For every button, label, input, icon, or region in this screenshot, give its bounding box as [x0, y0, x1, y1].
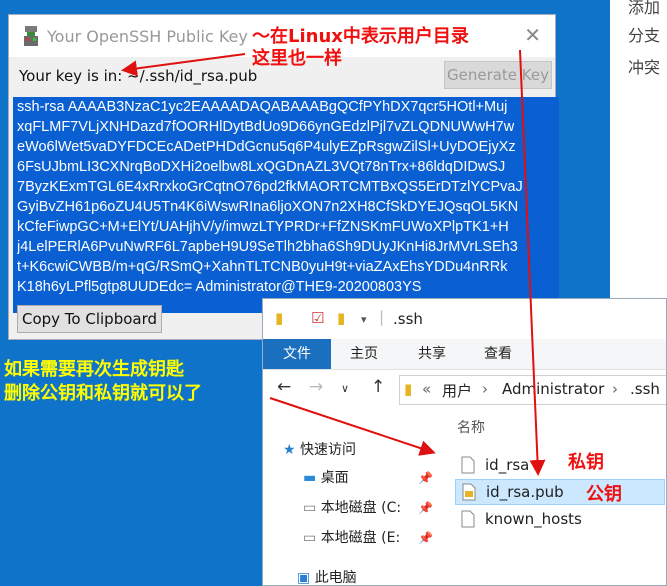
sidebar-item-label: 桌面 [320, 470, 349, 486]
breadcrumb-users[interactable]: 用户 [442, 380, 472, 401]
address-overflow-chevrons[interactable]: « [422, 380, 431, 398]
navigation-pane: ★ 快速访问 ▬ 桌面 📌 ▭ 本地磁盘 (C: 📌 ▭ 本地磁盘 (E: 📌 … [263, 409, 443, 586]
sidebar-item-drive-c[interactable]: ▭ 本地磁盘 (C: [303, 497, 401, 517]
sidebar-item-desktop[interactable]: ▬ 桌面 [303, 467, 349, 487]
navigation-bar: ← → ∨ ↑ ▮ « 用户 › Administrator › .ssh [263, 371, 666, 407]
drive-icon: ▭ [303, 530, 317, 546]
sidebar-item-label: 本地磁盘 (E: [320, 530, 401, 546]
pin-icon[interactable]: 📌 [418, 471, 433, 485]
folder-icon: ▮ [275, 309, 284, 327]
annotation-public-key: 公钥 [586, 484, 622, 505]
breadcrumb-administrator[interactable]: Administrator [502, 380, 604, 398]
tab-share[interactable]: 共享 [407, 339, 457, 369]
computer-icon: ▣ [297, 570, 311, 586]
file-icon [461, 510, 475, 528]
breadcrumb-separator: › [482, 380, 488, 398]
drive-icon: ▭ [303, 500, 317, 516]
file-name: known_hosts [485, 510, 582, 528]
annotation-private-key: 私钥 [568, 452, 604, 473]
quick-access-dropdown-icon[interactable]: ▾ [361, 313, 367, 326]
key-line: t+K6cwiCWBB/m+qG/RSmQ+XahnTLTCNB0yuH9t+v… [17, 259, 508, 275]
tab-view[interactable]: 查看 [473, 339, 523, 369]
annotation-linux-home: ～在Linux中表示用户目录 [252, 26, 469, 47]
dialog-title: Your OpenSSH Public Key [47, 27, 248, 46]
file-name: id_rsa.pub [486, 483, 564, 501]
key-line: K18h6yLPfl5gtp8UUDEdc= Administrator@THE… [17, 279, 422, 295]
sidebar-item-quick-access[interactable]: ★ 快速访问 [283, 439, 356, 459]
pin-icon[interactable]: 📌 [418, 501, 433, 515]
copy-to-clipboard-button[interactable]: Copy To Clipboard [17, 305, 162, 333]
pub-file-icon [462, 483, 476, 501]
annotation-delete-keys: 删除公钥和私钥就可以了 [4, 383, 202, 404]
close-icon[interactable]: ✕ [524, 23, 541, 47]
breadcrumb-ssh[interactable]: .ssh [630, 380, 660, 398]
new-folder-icon[interactable]: ▮ [337, 309, 345, 327]
desktop-icon: ▬ [303, 470, 317, 486]
star-icon: ★ [283, 442, 296, 458]
chevron-down-icon[interactable]: ∨ [341, 382, 349, 395]
sidebar-item-drive-e[interactable]: ▭ 本地磁盘 (E: [303, 527, 400, 547]
key-line: j4LelPERlA6PvuNwRF6L7apbeH9U9SeTlh2bha6S… [17, 239, 518, 255]
sidebar-item-label: 本地磁盘 (C: [320, 500, 402, 516]
file-list: 名称 id_rsa id_rsa.pub known_hosts [449, 409, 666, 585]
key-location-label: Your key is in: ~/.ssh/id_rsa.pub [19, 67, 258, 85]
file-explorer-window: ▮ ☑ ▮ ▾ | .ssh 文件 主页 共享 查看 ← → ∨ ↑ ▮ « 用… [262, 298, 667, 586]
key-line: kCfeFiwpGC+M+ElYt/UAHjhV/y/imwzLTYPRDr+F… [17, 219, 509, 235]
sidebar-item-label: 快速访问 [300, 442, 357, 458]
ribbon-tabs: 文件 主页 共享 查看 [263, 339, 666, 370]
properties-icon[interactable]: ☑ [311, 309, 324, 327]
key-line: ssh-rsa AAAAB3NzaC1yc2EAAAADAQABAAABgQCf… [17, 99, 508, 115]
background-text: 冲突 [628, 58, 661, 77]
pin-icon[interactable]: 📌 [418, 531, 433, 545]
folder-icon: ▮ [404, 380, 413, 398]
explorer-titlebar: ▮ ☑ ▮ ▾ | .ssh [263, 299, 666, 339]
tab-home[interactable]: 主页 [339, 339, 389, 369]
file-row-id-rsa[interactable]: id_rsa [455, 453, 665, 479]
breadcrumb-separator: › [612, 380, 618, 398]
public-key-text[interactable]: ssh-rsa AAAAB3NzaC1yc2EAAAADAQABAAABgQCf… [13, 97, 559, 313]
address-bar[interactable]: ▮ « 用户 › Administrator › .ssh [399, 375, 666, 405]
annotation-regenerate: 如果需要再次生成钥匙 [4, 359, 184, 380]
background-text: 分支 [628, 26, 661, 45]
file-row-known-hosts[interactable]: known_hosts [455, 507, 665, 533]
key-line: GyiBvZH61p6oZU4U5Tn4K6iWswRIna6ljoXON7n2… [17, 199, 519, 215]
key-line: 7ByzKExmTGL6E4xRrxkoGrCqtnO76pd2fkMAORTC… [17, 179, 523, 195]
generate-key-button[interactable]: Generate Key [444, 61, 552, 89]
key-line: xqFLMF7VLjXNHDazd7fOORHlDytBdUo9D66ynGEd… [17, 119, 515, 135]
key-line: 6FsUJbmLI3CXNrqBoDXHi2oelbw8LxQGDnAZL3VQ… [17, 159, 506, 175]
key-line: eWo6lWet5vaDYFDCEcADetPHDdGcnu5q6P4ulyEZ… [17, 139, 516, 155]
file-icon [461, 456, 475, 474]
tab-file[interactable]: 文件 [263, 339, 331, 369]
explorer-title: .ssh [393, 310, 423, 328]
background-text: 添加 [628, 0, 661, 17]
sidebar-item-this-pc[interactable]: ▣ 此电脑 [297, 567, 357, 586]
column-header-name[interactable]: 名称 [457, 417, 485, 437]
file-name: id_rsa [485, 456, 530, 474]
forward-arrow-icon[interactable]: → [309, 377, 323, 397]
annotation-same-here: 这里也一样 [252, 48, 342, 69]
file-row-id-rsa-pub[interactable]: id_rsa.pub [455, 479, 665, 505]
up-arrow-icon[interactable]: ↑ [371, 377, 385, 397]
back-arrow-icon[interactable]: ← [277, 377, 291, 397]
sidebar-item-label: 此电脑 [314, 570, 357, 586]
title-separator: | [379, 308, 385, 326]
git-gui-icon [24, 26, 38, 46]
